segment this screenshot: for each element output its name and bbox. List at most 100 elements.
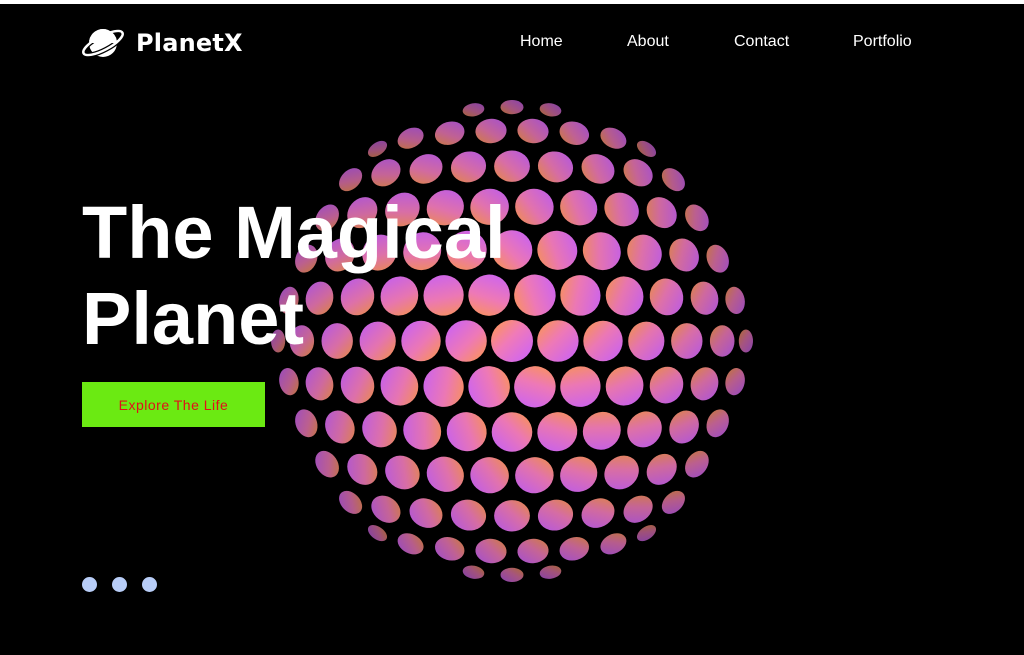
sphere-dot — [347, 453, 378, 485]
sphere-dot — [646, 197, 677, 229]
sphere-dot — [397, 533, 424, 555]
explore-button[interactable]: Explore The Life — [82, 382, 265, 427]
sphere-dot — [649, 278, 684, 316]
sphere-dot — [600, 127, 627, 149]
sphere-dot — [500, 567, 524, 583]
sphere-dot — [475, 538, 507, 564]
sphere-dot — [491, 412, 533, 452]
sphere-dot — [517, 118, 549, 144]
sphere-dot — [669, 238, 699, 272]
sphere-dot — [279, 368, 299, 396]
sphere-dot — [627, 234, 662, 271]
sphere-dot — [475, 118, 507, 144]
sphere-dot — [537, 230, 578, 270]
sphere-dot — [470, 457, 509, 494]
sphere-dot — [515, 188, 554, 225]
sphere-dot — [515, 457, 554, 494]
sphere-dot — [669, 410, 699, 444]
sphere-dot — [685, 204, 709, 232]
sphere-dot — [409, 154, 443, 184]
nav-portfolio[interactable]: Portfolio — [853, 33, 912, 51]
sphere-dot — [725, 286, 745, 314]
sphere-dot — [627, 411, 662, 448]
sphere-dot — [462, 103, 485, 117]
sphere-dot — [661, 490, 685, 514]
sphere-dot — [450, 499, 487, 531]
sphere-dot — [434, 121, 465, 145]
sphere-dot — [605, 366, 644, 406]
sphere-dot — [295, 409, 318, 438]
sphere-dot — [514, 366, 556, 408]
sphere-dot — [367, 525, 388, 542]
sphere-dot — [581, 154, 615, 184]
sphere-dot — [725, 368, 745, 396]
sphere-dot — [446, 412, 487, 452]
logo[interactable]: PlanetX — [80, 24, 243, 62]
sphere-dot — [560, 366, 601, 407]
sphere-dot — [559, 537, 590, 561]
sphere-dot — [636, 525, 657, 542]
sphere-dot — [560, 275, 601, 316]
sphere-dot — [661, 168, 685, 192]
sphere-dot — [623, 495, 653, 523]
sphere-dot — [709, 325, 735, 357]
sphere-dot — [426, 456, 464, 492]
page: PlanetX Home About Contact Portfolio The… — [0, 0, 1024, 655]
sphere-dot — [685, 450, 709, 478]
sphere-dot — [409, 498, 443, 528]
sphere-dot — [468, 366, 510, 408]
sphere-dot — [423, 366, 464, 407]
sphere-dot — [539, 103, 562, 117]
sphere-dot — [537, 151, 574, 183]
sphere-dot — [325, 410, 355, 444]
sphere-dot — [537, 320, 579, 362]
sphere-dot — [315, 450, 339, 478]
sphere-dot — [646, 453, 677, 485]
nav-about[interactable]: About — [627, 33, 669, 51]
sphere-dot — [636, 140, 657, 157]
slider-dot-1[interactable] — [82, 577, 97, 592]
sphere-dot — [494, 500, 530, 532]
sphere-dot — [362, 411, 397, 448]
sphere-dot — [649, 366, 684, 404]
sphere-dot — [537, 412, 578, 452]
hero-title-line1: The Magical — [82, 191, 506, 274]
sphere-dot — [539, 565, 562, 579]
slider-dots — [82, 577, 157, 592]
sphere-dot — [339, 490, 363, 514]
sphere-dot — [537, 499, 574, 531]
nav-contact[interactable]: Contact — [734, 33, 789, 51]
sphere-dot — [450, 151, 487, 183]
sphere-dot — [500, 100, 524, 115]
sphere-dot — [738, 329, 754, 353]
slider-dot-3[interactable] — [142, 577, 157, 592]
sphere-dot — [582, 232, 621, 271]
hero-section: PlanetX Home About Contact Portfolio The… — [0, 4, 1024, 655]
slider-dot-2[interactable] — [112, 577, 127, 592]
sphere-dot — [605, 276, 644, 316]
sphere-dot — [367, 140, 388, 157]
sphere-dot — [690, 367, 719, 401]
sphere-dot — [371, 159, 401, 187]
sphere-dot — [623, 159, 653, 187]
sphere-dot — [403, 411, 442, 450]
sphere-dot — [559, 121, 590, 145]
sphere-dot — [560, 190, 598, 226]
sphere-dot — [690, 281, 719, 315]
sphere-dot — [385, 455, 420, 490]
sphere-dot — [514, 274, 556, 316]
sphere-dot — [380, 366, 419, 406]
sphere-dot — [462, 565, 485, 579]
sphere-dot — [706, 244, 729, 273]
planet-ring-icon — [80, 28, 126, 58]
sphere-dot — [581, 498, 615, 528]
sphere-dot — [628, 321, 665, 361]
nav-home[interactable]: Home — [520, 33, 563, 51]
sphere-dot — [494, 150, 530, 182]
sphere-dot — [340, 366, 375, 404]
sphere-dot — [604, 455, 639, 490]
sphere-dot — [517, 538, 549, 564]
sphere-dot — [434, 537, 465, 561]
sphere-dot — [671, 323, 703, 359]
hero-title-line2: Planet — [82, 277, 305, 360]
